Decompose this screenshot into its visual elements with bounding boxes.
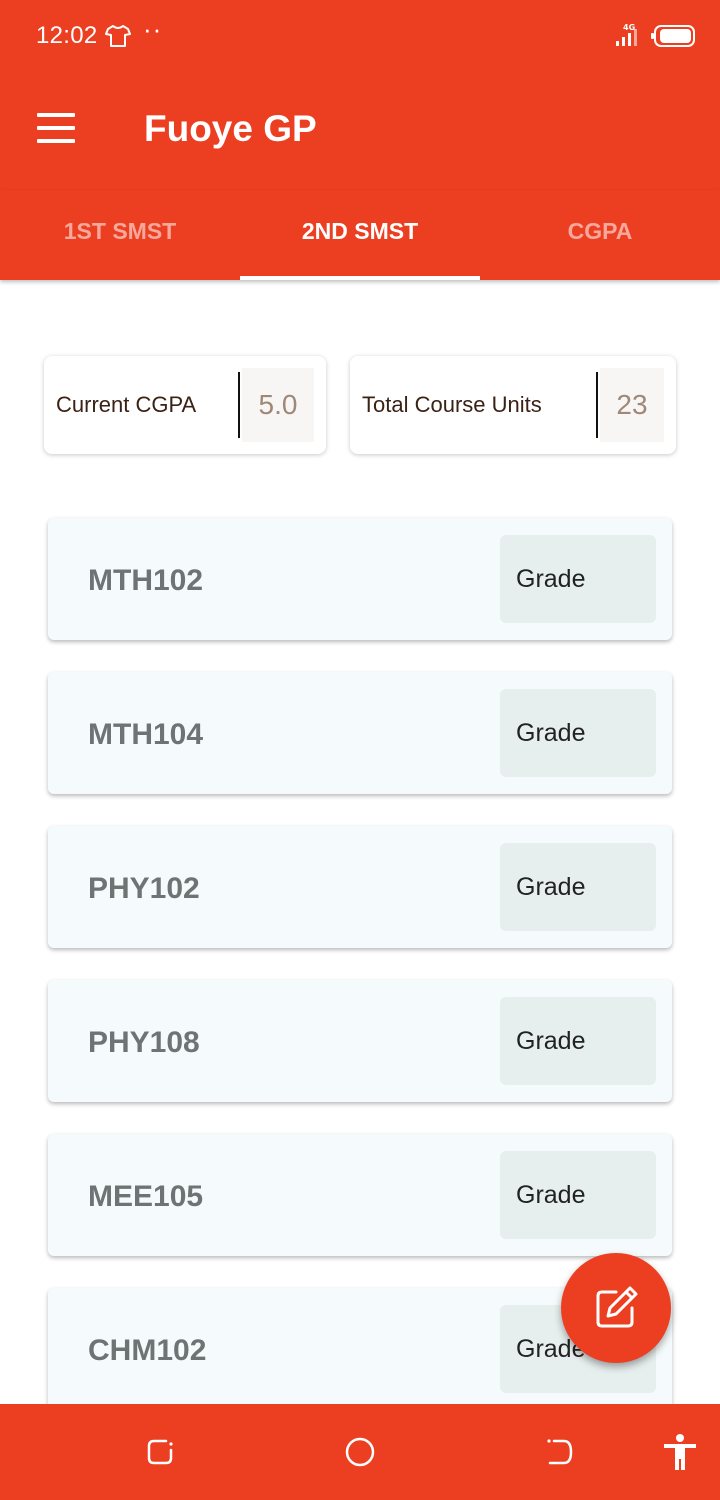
battery-icon — [651, 25, 695, 47]
current-cgpa-card: Current CGPA 5.0 — [44, 356, 326, 454]
total-course-units-label: Total Course Units — [362, 392, 542, 417]
summary-divider — [238, 372, 240, 438]
back-icon[interactable] — [544, 1436, 576, 1468]
accessibility-icon[interactable] — [660, 1432, 700, 1472]
total-course-units-value: 23 — [600, 368, 664, 442]
app-bar: Fuoye GP — [0, 72, 720, 190]
grade-input[interactable]: Grade — [500, 997, 656, 1085]
course-card: PHY108 Grade — [48, 980, 672, 1102]
tab-2nd-smst[interactable]: 2ND SMST — [240, 190, 480, 280]
course-card: MEE105 Grade — [48, 1134, 672, 1256]
summary-divider — [596, 372, 598, 438]
home-icon[interactable] — [344, 1436, 376, 1468]
notification-dots-icon: ·· — [143, 14, 163, 44]
shirt-icon — [105, 25, 131, 47]
edit-fab-button[interactable] — [561, 1253, 671, 1363]
edit-icon — [596, 1286, 638, 1328]
tab-1st-smst[interactable]: 1ST SMST — [0, 190, 240, 280]
course-code: PHY102 — [88, 872, 200, 905]
course-card: PHY102 Grade — [48, 826, 672, 948]
course-code: MTH104 — [88, 718, 204, 751]
tab-cgpa[interactable]: CGPA — [480, 190, 720, 280]
network-type-label: 4G — [623, 23, 635, 32]
course-code: MEE105 — [88, 1180, 204, 1213]
tab-bar: 1ST SMST 2ND SMST CGPA — [0, 190, 720, 280]
current-cgpa-value: 5.0 — [242, 368, 314, 442]
course-code: CHM102 — [88, 1334, 207, 1367]
total-course-units-card: Total Course Units 23 — [350, 356, 676, 454]
grade-input[interactable]: Grade — [500, 535, 656, 623]
signal-icon: 4G — [616, 23, 637, 46]
navigation-bar — [0, 1404, 720, 1500]
course-card: MTH102 Grade — [48, 518, 672, 640]
recent-apps-icon[interactable] — [144, 1436, 176, 1468]
course-card: MTH104 Grade — [48, 672, 672, 794]
app-title: Fuoye GP — [144, 108, 317, 149]
grade-input[interactable]: Grade — [500, 689, 656, 777]
grade-input[interactable]: Grade — [500, 1151, 656, 1239]
course-code: MTH102 — [88, 564, 204, 597]
grade-input[interactable]: Grade — [500, 843, 656, 931]
course-code: PHY108 — [88, 1026, 200, 1059]
status-bar: 12:02 ·· 4G — [0, 0, 720, 72]
status-time: 12:02 — [36, 22, 98, 49]
current-cgpa-label: Current CGPA — [56, 392, 197, 417]
menu-icon[interactable] — [28, 100, 84, 156]
